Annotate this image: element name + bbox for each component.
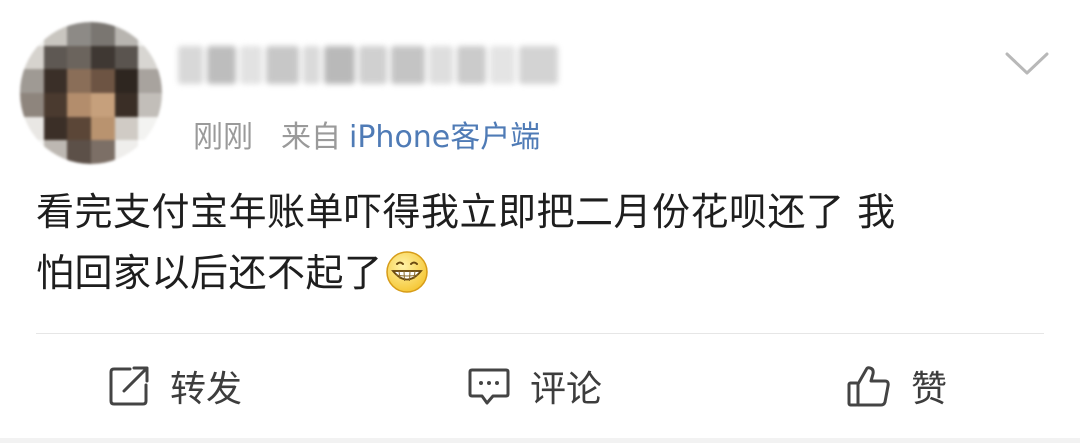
comment-icon bbox=[468, 368, 510, 405]
post-text-line: 怕回家以后还不起了 bbox=[36, 243, 1046, 304]
chevron-down-icon[interactable] bbox=[1004, 50, 1050, 78]
post-text-line: 看完支付宝年账单吓得我立即把二月份花呗还了 我 bbox=[36, 190, 896, 234]
source-prefix: 来自 bbox=[281, 120, 341, 155]
weibo-post-card: 刚刚 来自 iPhone客户端 看完支付宝年账单吓得我立即把二月份花呗还了 我 … bbox=[0, 0, 1080, 443]
source-client-link[interactable]: iPhone客户端 bbox=[349, 112, 540, 156]
grinning-face-icon bbox=[385, 250, 429, 294]
action-bar: 转发 评论 赞 bbox=[0, 334, 1080, 438]
repost-icon bbox=[109, 366, 149, 406]
thumbs-up-icon bbox=[847, 366, 890, 407]
like-label: 赞 bbox=[911, 369, 948, 410]
post-text: 看完支付宝年账单吓得我立即把二月份花呗还了 我 怕回家以后还不起了 bbox=[36, 182, 1046, 304]
repost-button[interactable]: 转发 bbox=[106, 360, 242, 412]
post-meta: 刚刚 来自 iPhone客户端 bbox=[193, 112, 540, 156]
like-button[interactable]: 赞 bbox=[845, 360, 947, 412]
repost-label: 转发 bbox=[170, 369, 243, 410]
comment-button[interactable]: 评论 bbox=[466, 360, 602, 412]
post-text-line2: 怕回家以后还不起了 bbox=[36, 251, 383, 295]
avatar[interactable] bbox=[20, 22, 162, 164]
card-separator bbox=[0, 438, 1080, 443]
post-time: 刚刚 bbox=[193, 120, 253, 155]
comment-label: 评论 bbox=[530, 369, 603, 410]
username-blurred[interactable] bbox=[178, 40, 559, 90]
